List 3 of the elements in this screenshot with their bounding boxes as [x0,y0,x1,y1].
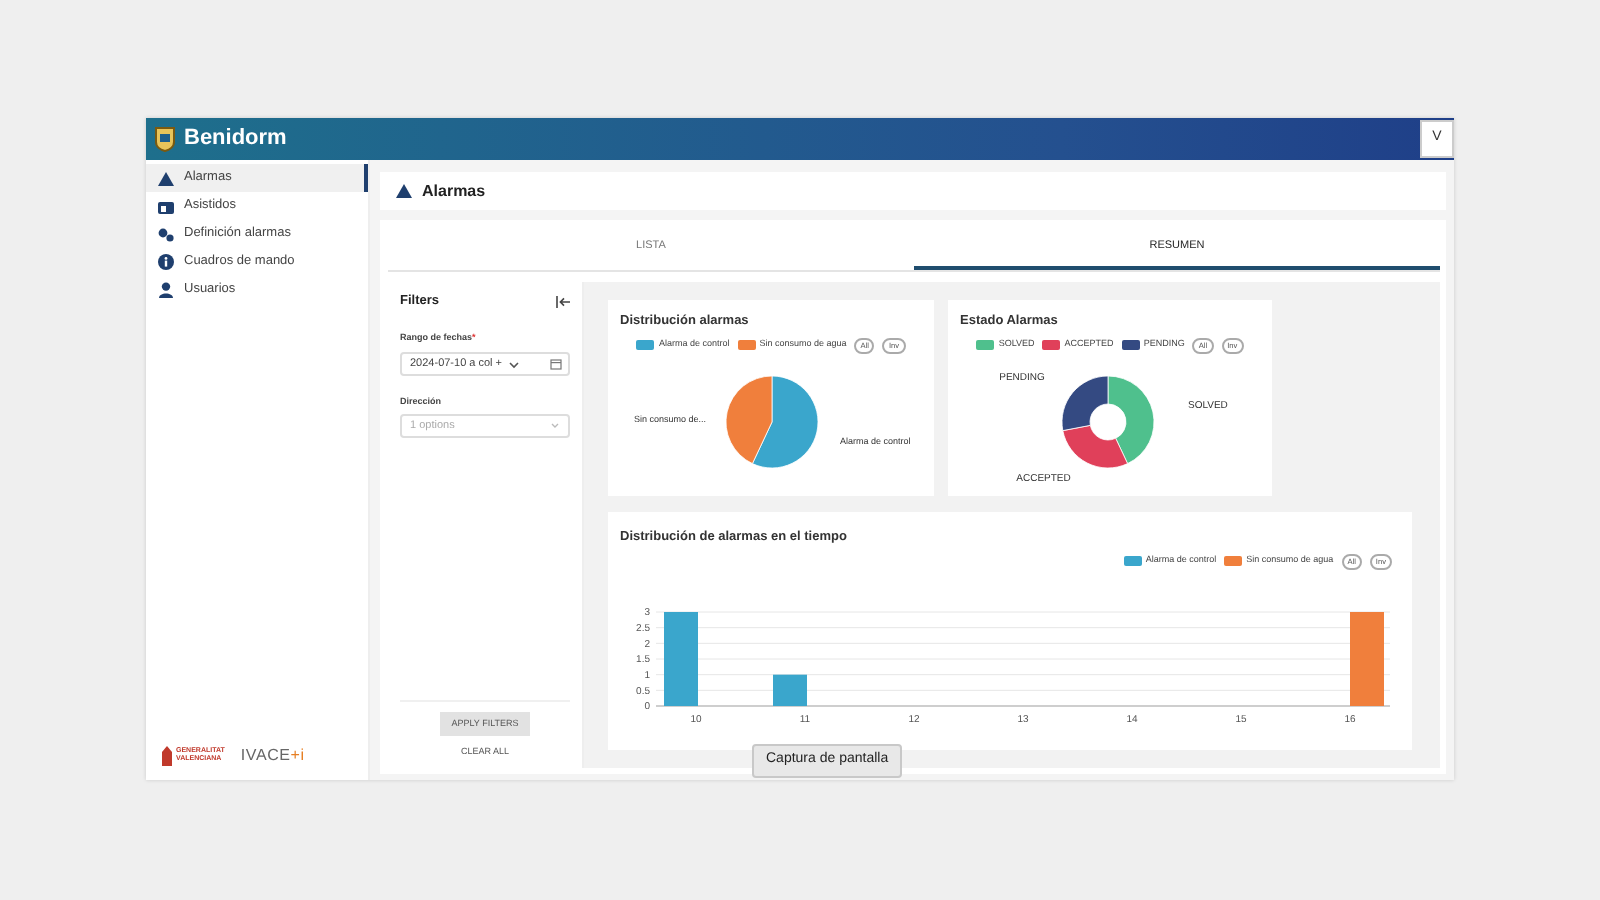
app-title: Benidorm [184,124,287,155]
page-title: Alarmas [422,179,486,203]
ivace-logo: IVACE+i [240,744,305,768]
